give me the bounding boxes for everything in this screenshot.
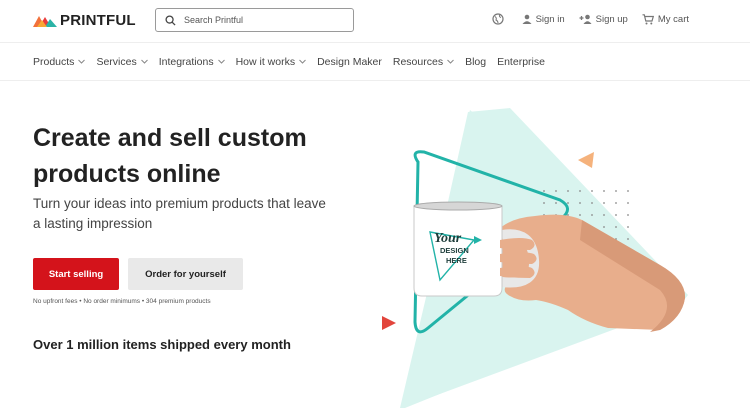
fine-print: No upfront fees • No order minimums • 30… (33, 298, 211, 305)
sign-up-label: Sign up (595, 13, 628, 25)
add-user-icon (579, 14, 592, 24)
start-selling-button[interactable]: Start selling (33, 258, 119, 290)
brand-logo[interactable]: PRINTFUL (33, 11, 136, 29)
nav-item-services[interactable]: Services (96, 55, 148, 68)
search-icon (165, 14, 176, 26)
mug-text-your: Your (434, 231, 462, 246)
brand-name: PRINTFUL (60, 11, 136, 29)
search-input[interactable] (184, 15, 344, 25)
user-icon (522, 14, 532, 24)
shipped-stat: Over 1 million items shipped every month (33, 337, 291, 352)
cart-label: My cart (657, 13, 689, 25)
language-button[interactable] (491, 13, 508, 25)
sign-in-link[interactable]: Sign in (522, 14, 565, 25)
nav-item-label: Design Maker (317, 55, 382, 68)
printful-logo-icon (33, 15, 57, 27)
nav-item-enterprise[interactable]: Enterprise (497, 56, 545, 68)
nav-item-label: Blog (465, 55, 487, 68)
chevron-down-icon (140, 59, 148, 64)
nav-item-label: Products (33, 55, 75, 68)
nav-item-label: How it works (235, 55, 296, 68)
nav-item-label: Integrations (158, 55, 214, 68)
top-actions: Sign in Sign up My cart (478, 13, 689, 25)
hero-title: Create and sell custom products online (33, 124, 307, 188)
cart-link[interactable]: My cart (642, 14, 689, 25)
sign-in-label: Sign in (535, 13, 565, 25)
nav-item-products[interactable]: Products (33, 55, 86, 68)
chevron-down-icon (447, 59, 454, 64)
globe-icon (491, 13, 504, 25)
nav-item-design-maker[interactable]: Design Maker (317, 56, 382, 68)
chevron-down-icon (299, 59, 306, 64)
top-bar: PRINTFUL Sign in (0, 0, 750, 42)
nav-item-resources[interactable]: Resources (393, 56, 454, 68)
main-nav: Products Services Integrations How it works… (0, 42, 750, 81)
red-triangle-shape (382, 316, 396, 330)
orange-triangle-shape (578, 152, 594, 168)
nav-item-integrations[interactable]: Integrations (159, 56, 225, 68)
nav-item-label: Services (96, 55, 137, 68)
search-box[interactable] (155, 8, 354, 32)
nav-item-how-it-works[interactable]: How it works (236, 56, 307, 68)
hero-illustration: Your DESIGN HERE (382, 108, 688, 408)
nav-item-label: Enterprise (497, 55, 545, 68)
hero-subtitle: Turn your ideas into premium products th… (33, 196, 326, 231)
cart-icon (642, 13, 654, 24)
nav-item-blog[interactable]: Blog (465, 56, 486, 68)
order-for-yourself-button[interactable]: Order for yourself (128, 258, 243, 290)
chevron-down-icon (78, 59, 86, 64)
nav-item-label: Resources (392, 55, 444, 68)
sign-up-link[interactable]: Sign up (579, 14, 628, 25)
mug-text-here: HERE (446, 256, 467, 265)
mug-text-design: DESIGN (440, 246, 469, 255)
chevron-down-icon (217, 59, 225, 64)
